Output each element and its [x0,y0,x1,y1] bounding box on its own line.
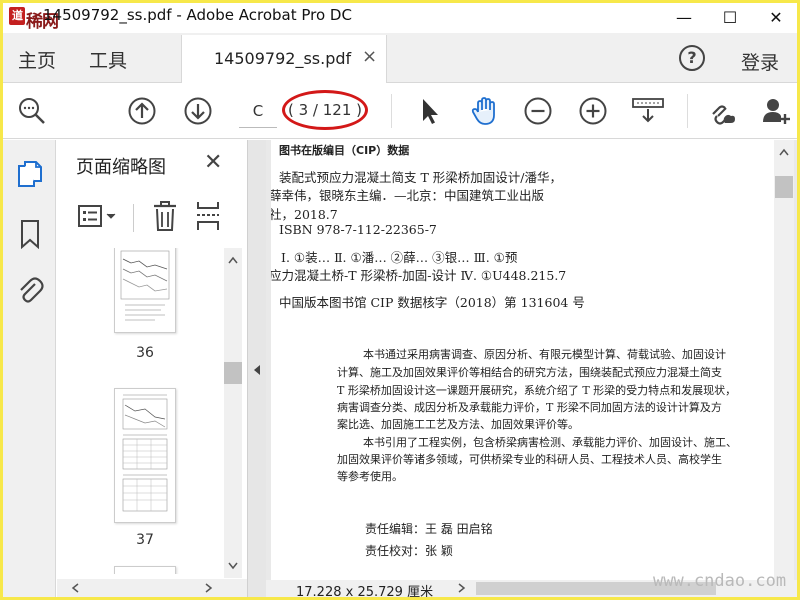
document-text-line: ISBN 978-7-112-22365-7 [279,222,437,237]
scroll-up-icon[interactable] [779,148,789,156]
editor-credit: 责任编辑：王 磊 田启铭 [365,522,493,536]
home-tab[interactable]: 主页 [18,46,56,73]
site-watermark: www.cndao.com [653,571,787,591]
delete-page-icon[interactable] [152,200,178,232]
document-text-line: 案比选、加固施工工艺及方法、加固效果评价等。 [337,418,579,431]
document-text-line: 病害调查分类、成因分析及承载能力评价，T 形梁不同加固方法的设计计算及方 [337,401,722,414]
panel-collapse-splitter[interactable] [247,140,266,597]
toolbar-divider [133,204,134,232]
scroll-left-icon[interactable] [71,583,79,593]
toolbar: C ( 3 / 121 ) [3,84,797,139]
page-down-icon[interactable] [183,96,213,126]
tools-tab[interactable]: 工具 [89,46,127,73]
thumbnail-list[interactable]: 36 37 [57,248,224,574]
page-thumbnail[interactable] [114,566,176,574]
window-title: 14509792_ss.pdf - Adobe Acrobat Pro DC [43,6,352,24]
zoom-out-icon[interactable] [523,96,553,126]
attachment-icon[interactable] [16,276,44,306]
panel-title: 页面缩略图 [76,157,166,178]
bookmark-icon[interactable] [16,219,44,249]
help-icon[interactable]: ? [679,45,705,71]
collapse-arrow-icon[interactable] [253,364,261,376]
document-view[interactable]: 图书在版编目（CIP）数据 装配式预应力混凝土简支 T 形梁桥加固设计/潘华， … [266,140,797,597]
select-arrow-icon[interactable] [415,96,445,126]
panel-close-button[interactable]: ✕ [204,150,222,175]
left-navigation-rail [3,140,56,597]
scroll-right-icon[interactable] [205,583,213,593]
document-text-line: 中国版本图书馆 CIP 数据核字（2018）第 131604 号 [279,295,585,310]
link-share-icon[interactable] [707,96,737,126]
pdf-page: 图书在版编目（CIP）数据 装配式预应力混凝土简支 T 形梁桥加固设计/潘华， … [271,140,774,580]
document-tab-close-button[interactable]: × [362,46,377,67]
cip-heading: 图书在版编目（CIP）数据 [279,144,410,157]
document-text-line: 本书通过采用病害调查、原因分析、有限元模型计算、荷载试验、加固设计 [363,348,726,361]
page-number-input[interactable]: C [239,94,277,128]
close-icon: ✕ [769,7,783,27]
thumbnail-page-number: 36 [136,345,154,361]
document-text-line: 加固效果评价等诸多领域，可供桥梁专业的科研人员、工程技术人员、高校学生 [337,453,722,466]
maximize-icon: ☐ [722,7,738,27]
acrobat-window: 道 稀网 14509792_ss.pdf - Adobe Acrobat Pro… [3,3,797,597]
page-dimensions: 17.228 x 25.729 厘米 [296,585,434,597]
scroll-down-icon[interactable] [228,562,238,570]
document-text-line: Ⅰ. ①装… Ⅱ. ①潘… ②薛… ③银… Ⅲ. ①预 [281,250,518,265]
zoom-in-icon[interactable] [578,96,608,126]
hand-tool-icon[interactable] [469,96,499,126]
scroll-up-icon[interactable] [228,256,238,264]
minimize-button[interactable]: — [661,3,707,31]
maximize-button[interactable]: ☐ [707,3,753,31]
thumbnail-table-preview [122,394,168,512]
logo-badge-icon: 道 [9,7,25,25]
document-text-line: 社，2018.7 [271,207,338,222]
menu-bar: 主页 工具 14509792_ss.pdf × ? 登录 [3,33,797,83]
document-scrollbar[interactable] [774,140,794,580]
close-window-button[interactable]: ✕ [753,3,797,31]
thumbnail-scrollbar[interactable] [224,248,242,578]
thumbnail-chart-preview [120,250,170,321]
scrollbar-thumb[interactable] [224,362,242,384]
page-thumbnails-icon[interactable] [16,160,44,190]
read-mode-icon[interactable] [631,96,665,126]
document-tab-label: 14509792_ss.pdf [214,49,352,68]
page-up-icon[interactable] [127,96,157,126]
thumbnail-page-number: 37 [136,532,154,548]
page-count-indicator: ( 3 / 121 ) [282,90,368,130]
toolbar-divider [687,94,688,128]
document-text-line: 装配式预应力混凝土简支 T 形梁桥加固设计/潘华， [279,170,562,185]
document-text-line: 应力混凝土桥-T 形梁桥-加固-设计 Ⅳ. ①U448.215.7 [271,268,567,283]
scrollbar-thumb[interactable] [775,176,793,198]
toolbar-divider [391,94,392,128]
scroll-right-icon[interactable] [458,583,466,593]
login-button[interactable]: 登录 [741,48,779,75]
document-text-line: 计算、施工及加固效果评价等相结合的研究方法，围绕装配式预应力混凝土简支 [337,366,722,379]
thumbnails-panel: 页面缩略图 ✕ 36 37 [57,140,247,597]
thumbnail-toolbar [57,196,247,238]
page-thumbnail[interactable] [114,388,176,523]
document-text-line: 薛幸伟，银晓东主编．—北京：中国建筑工业出版 [271,188,545,203]
proofreader-credit: 责任校对：张 颖 [365,544,453,558]
document-text-line: 等参考使用。 [337,470,403,483]
document-text-line: T 形梁桥加固设计这一课题开展研究，系统介绍了 T 形梁的受力特点和发展现状， [337,384,737,397]
minimize-icon: — [676,7,692,27]
document-tab[interactable]: 14509792_ss.pdf × [181,35,387,83]
thumbnail-options-icon[interactable] [77,204,119,230]
extract-page-icon[interactable] [195,200,221,232]
title-bar: 道 稀网 14509792_ss.pdf - Adobe Acrobat Pro… [3,3,797,32]
thumbnail-horizontal-scrollbar[interactable] [57,579,247,597]
document-text-line: 本书引用了工程实例，包含桥梁病害检测、承载能力评价、加固设计、施工、 [363,436,737,449]
add-user-icon[interactable] [761,96,791,126]
search-zoom-icon[interactable] [17,96,47,126]
page-thumbnail[interactable] [114,248,176,333]
